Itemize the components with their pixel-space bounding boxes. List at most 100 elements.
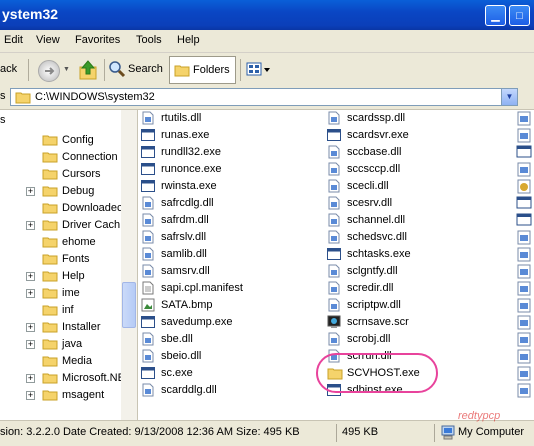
address-label: s: [0, 90, 6, 102]
file-name: rtutils.dll: [161, 112, 202, 124]
toolbar-separator: [28, 59, 29, 81]
file-name: savedump.exe: [161, 316, 233, 328]
dll-icon: [327, 179, 341, 193]
expand-icon[interactable]: +: [26, 374, 35, 383]
menu-favorites[interactable]: Favorites: [75, 34, 120, 46]
toolbar: ack ▼ Search Folders: [0, 53, 534, 88]
dll-icon: [327, 162, 341, 176]
up-folder-button[interactable]: [78, 59, 98, 81]
folder-icon: [42, 355, 58, 367]
expand-icon[interactable]: +: [26, 323, 35, 332]
tree-item-label: Config: [62, 134, 94, 146]
folders-button[interactable]: Folders: [169, 56, 236, 84]
file-name: scriptpw.dll: [347, 299, 401, 311]
forward-dropdown-icon[interactable]: ▼: [63, 66, 70, 73]
dll-icon: [141, 196, 155, 210]
status-info: sion: 3.2.2.0 Date Created: 9/13/2008 12…: [0, 426, 300, 438]
my-computer-icon: [441, 425, 455, 440]
toolbar-separator: [104, 59, 105, 81]
dll-icon: [327, 264, 341, 278]
folder-tree: s Config Connection Cursors Debug + Downloade…: [0, 110, 138, 420]
tree-item-label: Media: [62, 355, 92, 367]
exe-icon: [141, 145, 155, 159]
folders-label: Folders: [193, 64, 230, 76]
dll-icon: [141, 264, 155, 278]
file-name: scesrv.dll: [347, 197, 393, 209]
file-name: SATA.bmp: [161, 299, 213, 311]
address-dropdown-button[interactable]: ▼: [501, 88, 518, 106]
forward-button[interactable]: [38, 60, 60, 82]
file-name: sbe.dll: [161, 333, 193, 345]
folder-icon: [42, 168, 58, 180]
folder-icon: [42, 185, 58, 197]
back-button[interactable]: ack: [0, 63, 17, 75]
menu-edit[interactable]: Edit: [4, 34, 23, 46]
tree-scrollbar-thumb[interactable]: [122, 282, 136, 328]
tree-item-label: Connection: [62, 151, 118, 163]
folder-icon: [42, 389, 58, 401]
menu-tools[interactable]: Tools: [136, 34, 162, 46]
toolbar-separator: [240, 59, 241, 81]
tree-scrollbar[interactable]: [121, 110, 137, 420]
tree-item-label: Debug: [62, 185, 95, 197]
status-size: 495 KB: [342, 426, 379, 438]
views-icon: [246, 62, 270, 76]
file-name: scrnsave.scr: [347, 316, 409, 328]
search-button[interactable]: Search: [128, 63, 163, 75]
file-name: rundll32.exe: [161, 146, 221, 158]
file-name: safrslv.dll: [161, 231, 207, 243]
window-title: ystem32: [2, 6, 59, 22]
expand-icon[interactable]: +: [26, 391, 35, 400]
address-path: C:\WINDOWS\system32: [35, 91, 155, 103]
address-input[interactable]: C:\WINDOWS\system32 ▼: [10, 88, 518, 106]
exe-icon: [141, 128, 155, 142]
expand-icon[interactable]: +: [26, 340, 35, 349]
tree-item-label: msagent: [62, 389, 105, 401]
maximize-icon: □: [516, 10, 523, 22]
dll-icon: [141, 332, 155, 346]
file-name: schedsvc.dll: [347, 231, 407, 243]
folder-icon: [42, 304, 58, 316]
manifest-icon: [141, 281, 155, 295]
tree-item-label: Help: [62, 270, 85, 282]
maximize-button[interactable]: □: [509, 5, 530, 26]
file-name: runas.exe: [161, 129, 210, 141]
exe-icon: [141, 179, 155, 193]
dll-icon: [141, 349, 155, 363]
expand-icon[interactable]: +: [26, 187, 35, 196]
expand-icon[interactable]: +: [26, 221, 35, 230]
folder-icon: [42, 202, 58, 214]
exe-icon: [141, 162, 155, 176]
expand-icon[interactable]: +: [26, 272, 35, 281]
tree-item-label: Fonts: [62, 253, 90, 265]
views-button[interactable]: [246, 60, 272, 80]
status-divider: [336, 424, 337, 442]
exe-icon: [327, 247, 341, 261]
tree-item-label: Microsoft.NE: [62, 372, 125, 384]
search-icon: [108, 60, 126, 78]
status-divider: [434, 424, 435, 442]
file-name: scrobj.dll: [347, 333, 391, 345]
dll-icon: [327, 196, 341, 210]
dll-icon: [327, 281, 341, 295]
dll-icon: [141, 247, 155, 261]
tree-header-label: s: [0, 114, 6, 126]
dll-icon: [327, 145, 341, 159]
dll-icon: [327, 332, 341, 346]
menu-help[interactable]: Help: [177, 34, 200, 46]
menu-view[interactable]: View: [36, 34, 60, 46]
exe-icon: [141, 366, 155, 380]
file-name: sclgntfy.dll: [347, 265, 398, 277]
folder-icon: [42, 151, 58, 163]
file-name: sc.exe: [161, 367, 193, 379]
file-name: scarddlg.dll: [161, 384, 217, 396]
tree-item-label: Cursors: [62, 168, 101, 180]
tree-item-label: java: [62, 338, 83, 350]
expand-icon[interactable]: +: [26, 289, 35, 298]
file-name: runonce.exe: [161, 163, 222, 175]
address-bar: s C:\WINDOWS\system32 ▼: [0, 87, 534, 110]
minimize-button[interactable]: ▁: [485, 5, 506, 26]
folder-icon: [42, 219, 58, 231]
folder-icon: [42, 236, 58, 248]
file-name: safrdm.dll: [161, 214, 209, 226]
